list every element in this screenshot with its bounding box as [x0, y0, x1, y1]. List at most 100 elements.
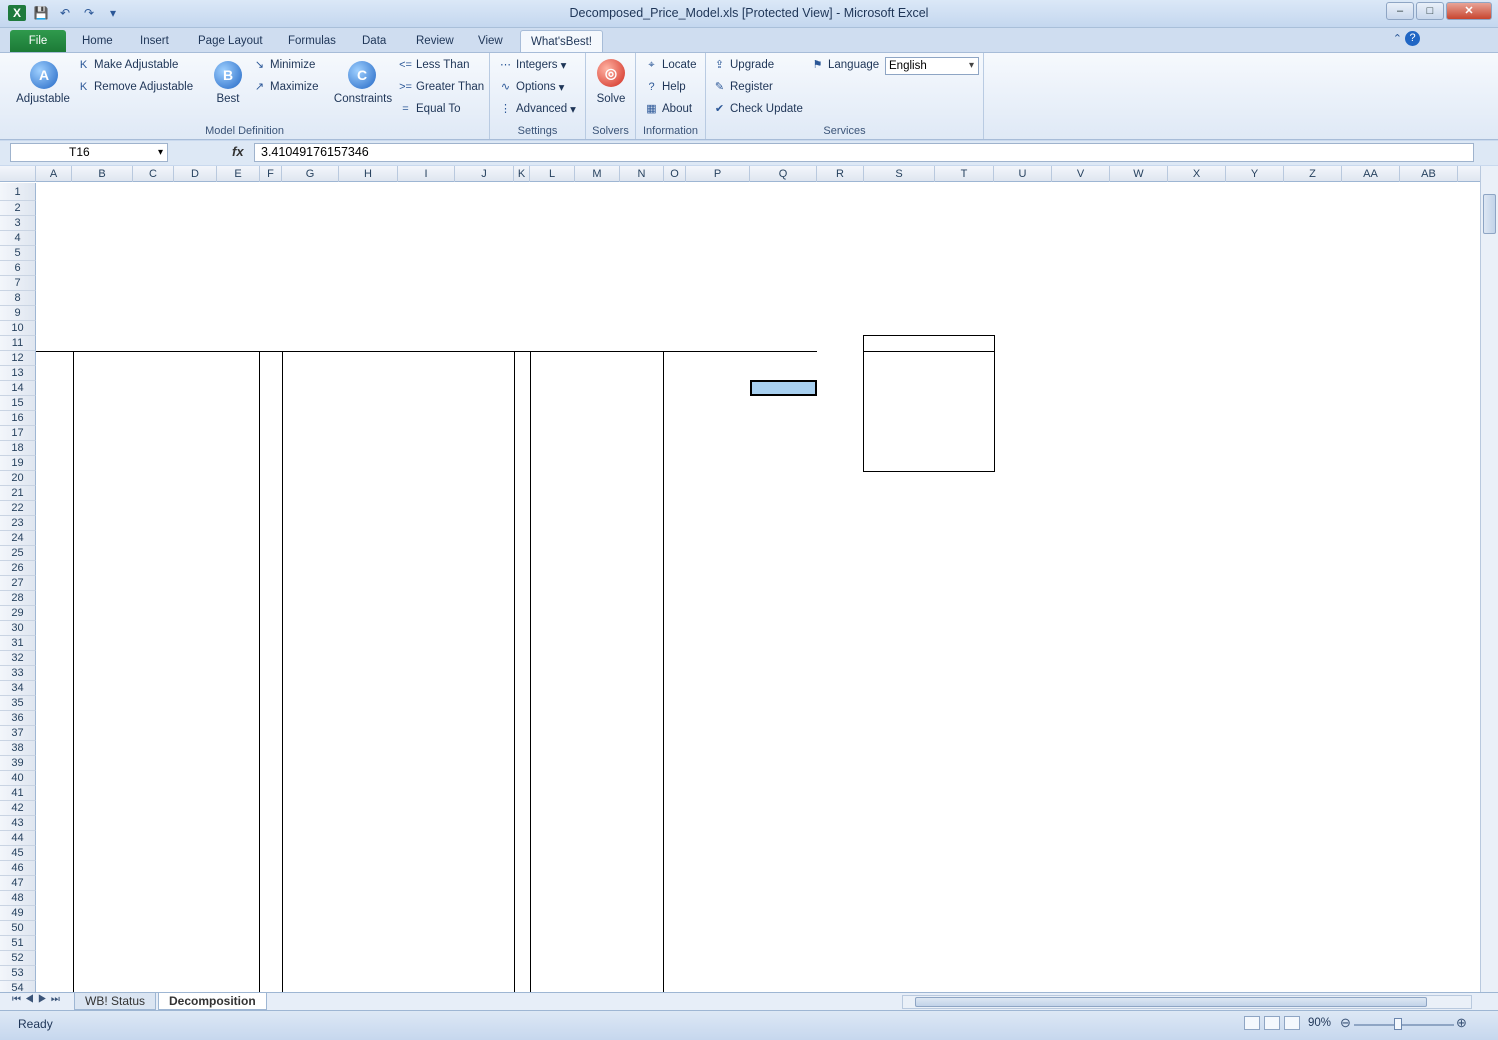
row-header[interactable]: 39 — [0, 756, 36, 771]
less-than-button[interactable]: <= Less Than — [398, 58, 469, 72]
column-header-m[interactable]: M — [575, 166, 620, 182]
tab-file[interactable]: File — [10, 30, 66, 52]
solve-button[interactable]: Solve — [586, 93, 636, 105]
tab-insert[interactable]: Insert — [130, 30, 179, 52]
column-header-w[interactable]: W — [1110, 166, 1168, 182]
row-header[interactable]: 40 — [0, 771, 36, 786]
row-header[interactable]: 18 — [0, 441, 36, 456]
row-header[interactable]: 15 — [0, 396, 36, 411]
help-icon[interactable]: ? — [1405, 31, 1420, 46]
row-header[interactable]: 8 — [0, 291, 36, 306]
row-header[interactable]: 12 — [0, 351, 36, 366]
remove-adjustable-button[interactable]: K Remove Adjustable — [76, 80, 193, 94]
tab-home[interactable]: Home — [72, 30, 123, 52]
tab-view[interactable]: View — [468, 30, 513, 52]
equal-to-button[interactable]: = Equal To — [398, 102, 460, 116]
about-button[interactable]: ▦ About — [644, 102, 692, 116]
zoom-out-icon[interactable]: ⊖ — [1340, 1015, 1351, 1031]
row-header[interactable]: 38 — [0, 741, 36, 756]
sheet-tab-wb-status[interactable]: WB! Status — [74, 993, 157, 1010]
greater-than-button[interactable]: >= Greater Than — [398, 80, 484, 94]
adjustable-icon[interactable]: A — [30, 61, 58, 89]
tab-data[interactable]: Data — [352, 30, 396, 52]
row-header[interactable]: 20 — [0, 471, 36, 486]
column-header-s[interactable]: S — [864, 166, 935, 182]
row-header[interactable]: 41 — [0, 786, 36, 801]
close-window-button[interactable]: ✕ — [1446, 2, 1492, 20]
row-header[interactable]: 33 — [0, 666, 36, 681]
constraints-button[interactable]: Constraints — [330, 93, 396, 105]
row-header[interactable]: 45 — [0, 846, 36, 861]
column-header-g[interactable]: G — [282, 166, 339, 182]
row-header[interactable]: 23 — [0, 516, 36, 531]
column-header-y[interactable]: Y — [1226, 166, 1284, 182]
zoom-in-icon[interactable]: ⊕ — [1456, 1015, 1467, 1031]
constraints-icon[interactable]: C — [348, 61, 376, 89]
row-header[interactable]: 36 — [0, 711, 36, 726]
sheet-tab-decomposition[interactable]: Decomposition — [158, 993, 267, 1010]
minimize-window-button[interactable]: ‒ — [1386, 2, 1414, 20]
row-header[interactable]: 46 — [0, 861, 36, 876]
column-header-q[interactable]: Q — [750, 166, 817, 182]
check-update-button[interactable]: ✔ Check Update — [712, 102, 803, 116]
row-header[interactable]: 21 — [0, 486, 36, 501]
row-header[interactable]: 35 — [0, 696, 36, 711]
row-header[interactable]: 6 — [0, 261, 36, 276]
vertical-scroll-thumb[interactable] — [1483, 194, 1496, 234]
row-header[interactable]: 50 — [0, 921, 36, 936]
column-header-d[interactable]: D — [174, 166, 217, 182]
minimize-button[interactable]: ↘ Minimize — [252, 58, 315, 72]
column-header-t[interactable]: T — [935, 166, 994, 182]
formula-input[interactable]: 3.41049176157346 — [254, 143, 1474, 162]
tab-formulas[interactable]: Formulas — [278, 30, 346, 52]
column-header-v[interactable]: V — [1052, 166, 1110, 182]
row-header[interactable]: 32 — [0, 651, 36, 666]
tab-whatsbest[interactable]: What'sBest! — [520, 30, 603, 52]
row-header[interactable]: 31 — [0, 636, 36, 651]
maximize-window-button[interactable]: □ — [1416, 2, 1444, 20]
column-header-z[interactable]: Z — [1284, 166, 1342, 182]
row-header[interactable]: 49 — [0, 906, 36, 921]
solve-icon[interactable]: ◎ — [597, 59, 625, 87]
zoom-slider-knob[interactable] — [1394, 1018, 1402, 1030]
help-button[interactable]: ? Help — [644, 80, 685, 94]
column-header-ab[interactable]: AB — [1400, 166, 1458, 182]
row-header[interactable]: 10 — [0, 321, 36, 336]
row-header[interactable]: 14 — [0, 381, 36, 396]
maximize-button[interactable]: ↗ Maximize — [252, 80, 319, 94]
column-header-f[interactable]: F — [260, 166, 282, 182]
insert-function-icon[interactable]: fx — [232, 144, 244, 159]
register-button[interactable]: ✎ Register — [712, 80, 773, 94]
row-header[interactable]: 30 — [0, 621, 36, 636]
row-header[interactable]: 53 — [0, 966, 36, 981]
row-header[interactable]: 27 — [0, 576, 36, 591]
row-header[interactable]: 42 — [0, 801, 36, 816]
horizontal-scroll-thumb[interactable] — [915, 997, 1427, 1007]
column-header-p[interactable]: P — [686, 166, 750, 182]
tab-review[interactable]: Review — [406, 30, 464, 52]
column-header-b[interactable]: B — [72, 166, 133, 182]
tab-page-layout[interactable]: Page Layout — [188, 30, 273, 52]
row-header[interactable]: 24 — [0, 531, 36, 546]
integers-button[interactable]: ⋯ Integers ▾ — [498, 58, 566, 72]
column-header-l[interactable]: L — [530, 166, 575, 182]
best-icon[interactable]: B — [214, 61, 242, 89]
page-break-view-button[interactable] — [1284, 1016, 1300, 1030]
row-header[interactable]: 2 — [0, 201, 36, 216]
row-header[interactable]: 26 — [0, 561, 36, 576]
select-all-corner[interactable] — [0, 166, 36, 182]
row-header[interactable]: 28 — [0, 591, 36, 606]
column-header-n[interactable]: N — [620, 166, 664, 182]
page-layout-view-button[interactable] — [1264, 1016, 1280, 1030]
make-adjustable-button[interactable]: K Make Adjustable — [76, 58, 179, 72]
options-button[interactable]: ∿ Options ▾ — [498, 80, 565, 94]
row-header[interactable]: 54 — [0, 981, 36, 992]
column-header-c[interactable]: C — [133, 166, 174, 182]
row-header[interactable]: 47 — [0, 876, 36, 891]
language-select[interactable]: English — [885, 57, 979, 75]
row-header[interactable]: 13 — [0, 366, 36, 381]
normal-view-button[interactable] — [1244, 1016, 1260, 1030]
row-header[interactable]: 34 — [0, 681, 36, 696]
advanced-button[interactable]: ⋮ Advanced ▾ — [498, 102, 576, 116]
row-header[interactable]: 3 — [0, 216, 36, 231]
